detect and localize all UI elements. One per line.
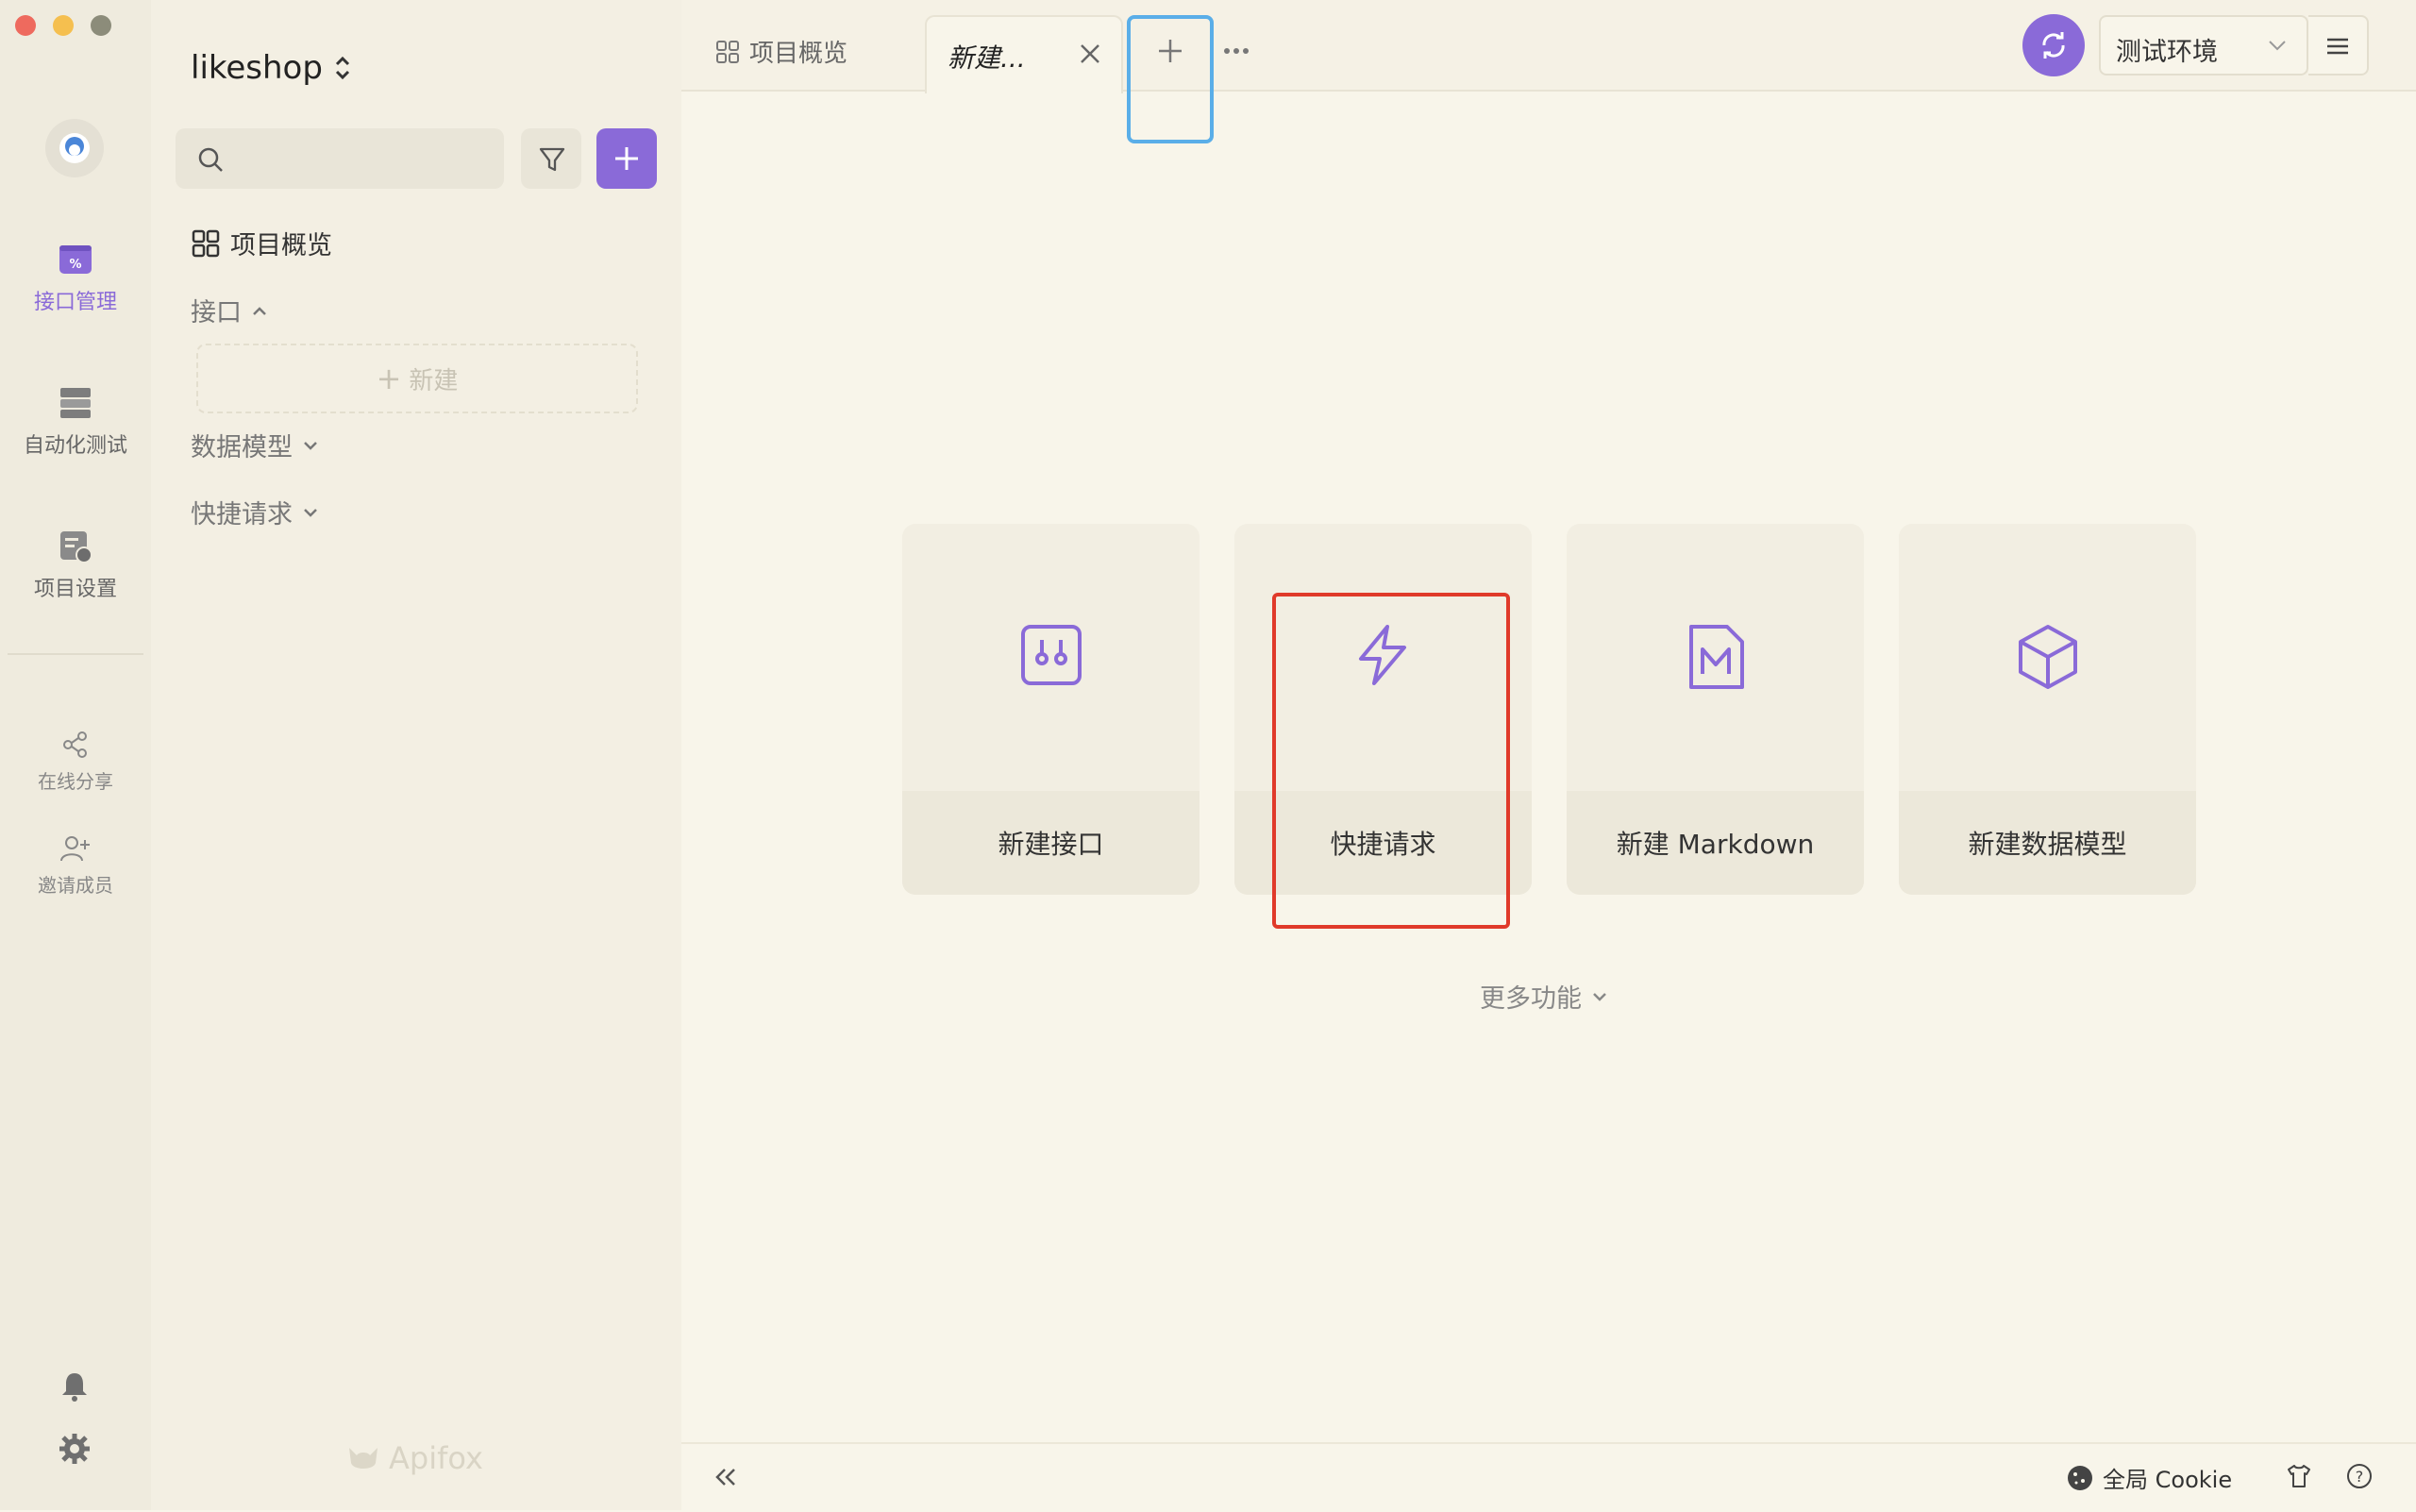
tab-label: 项目概览	[749, 40, 848, 68]
search-input[interactable]	[176, 128, 504, 189]
markdown-icon	[1688, 625, 1744, 689]
rail-item-label: 项目设置	[33, 578, 117, 601]
sync-icon	[2042, 32, 2065, 59]
rail-item-project-settings[interactable]: 项目设置	[0, 529, 151, 602]
svg-text:%: %	[69, 258, 81, 272]
cookie-icon	[2068, 1465, 2092, 1490]
more-tabs-icon[interactable]	[1221, 45, 1251, 57]
project-switcher[interactable]: likeshop	[191, 49, 351, 87]
tab-label: 新建...	[948, 42, 1026, 74]
left-rail: % 接口管理 自动化测试 项目设置 在线分享 邀请成员	[0, 0, 151, 1510]
more-features-label: 更多功能	[1480, 984, 1582, 1014]
api-management-icon: %	[59, 245, 92, 274]
filter-button[interactable]	[521, 128, 581, 189]
quick-request-highlight	[1272, 593, 1510, 929]
status-bar: 全局 Cookie ?	[681, 1442, 2416, 1512]
window-close-button[interactable]	[15, 15, 36, 36]
chevron-down-icon	[304, 508, 317, 517]
api-doc-icon	[1020, 625, 1082, 685]
share-icon	[63, 731, 87, 758]
tab-project-overview[interactable]: 项目概览	[715, 34, 847, 69]
sync-button[interactable]	[2022, 14, 2085, 76]
cube-icon	[2018, 625, 2077, 689]
sidebar-item-label: 项目概览	[230, 231, 332, 260]
sidebar-section-data-model[interactable]: 数据模型	[191, 427, 319, 463]
rail-item-label: 自动化测试	[23, 434, 127, 458]
apifox-logo: Apifox	[345, 1440, 483, 1476]
card-label: 新建接口	[902, 791, 1200, 895]
invite-member-icon	[60, 836, 90, 862]
grid-icon	[192, 229, 220, 257]
help-icon[interactable]: ?	[2346, 1463, 2373, 1489]
close-icon[interactable]	[1078, 42, 1102, 66]
card-new-data-model[interactable]: 新建数据模型	[1899, 524, 2196, 895]
new-api-button[interactable]: + 新建	[196, 344, 638, 413]
sidebar-section-label: 快捷请求	[191, 500, 293, 529]
new-label: 新建	[409, 366, 459, 395]
avatar-image	[59, 133, 90, 163]
rail-invite[interactable]: 邀请成员	[0, 834, 151, 898]
plus-icon	[615, 147, 638, 170]
chevron-updown-icon	[335, 56, 349, 80]
sidebar-section-label: 数据模型	[191, 433, 293, 462]
collapse-sidebar-icon[interactable]	[713, 1467, 738, 1487]
chevron-down-icon	[304, 441, 317, 450]
env-select[interactable]: 测试环境	[2099, 15, 2308, 76]
card-label: 新建 Markdown	[1567, 791, 1864, 895]
card-label: 新建数据模型	[1899, 791, 2196, 895]
chevron-down-icon	[1593, 992, 1606, 1001]
chevron-down-icon	[2269, 41, 2286, 51]
brand-label: Apifox	[389, 1440, 483, 1476]
shirt-icon[interactable]	[2286, 1463, 2312, 1489]
chevron-up-icon	[253, 306, 266, 315]
main-area: 项目概览 新建... 测试环境 新建接口 快捷请求 新建 Markdown 新建…	[681, 0, 2416, 1512]
rail-item-automation[interactable]: 自动化测试	[0, 385, 151, 459]
sidebar-section-api[interactable]: 接口	[191, 292, 268, 328]
window-minimize-button[interactable]	[53, 15, 74, 36]
rail-item-api-management[interactable]: % 接口管理	[0, 242, 151, 315]
env-label: 测试环境	[2116, 38, 2218, 67]
search-icon	[198, 147, 223, 172]
add-button[interactable]	[596, 128, 657, 189]
filter-icon	[539, 147, 565, 172]
automation-icon	[60, 388, 91, 418]
more-features-button[interactable]: 更多功能	[1480, 978, 1608, 1015]
grid-icon	[716, 40, 739, 63]
invite-label: 邀请成员	[38, 874, 113, 897]
tab-bar: 项目概览 新建... 测试环境	[681, 0, 2416, 143]
share-label: 在线分享	[38, 770, 113, 793]
global-cookie-button[interactable]: 全局 Cookie	[2067, 1461, 2232, 1494]
rail-share[interactable]: 在线分享	[0, 731, 151, 794]
plus-icon: +	[376, 361, 402, 396]
svg-text:?: ?	[2356, 1468, 2364, 1486]
project-settings-icon	[60, 531, 92, 563]
window-zoom-button[interactable]	[91, 15, 111, 36]
tab-new[interactable]: 新建...	[925, 15, 1123, 93]
sidebar-item-overview[interactable]: 项目概览	[191, 225, 332, 261]
hamburger-menu-icon	[2327, 38, 2348, 55]
project-sidebar: likeshop 项目概览 接口 + 新建 数据模型 快捷请求 Apifox	[151, 0, 681, 1510]
new-tab-highlight	[1127, 15, 1214, 143]
sidebar-section-label: 接口	[191, 298, 242, 328]
cookie-label: 全局 Cookie	[2103, 1467, 2233, 1493]
rail-item-label: 接口管理	[33, 291, 117, 314]
rail-divider	[8, 653, 143, 655]
card-new-markdown[interactable]: 新建 Markdown	[1567, 524, 1864, 895]
avatar[interactable]	[45, 119, 104, 177]
apifox-logo-icon	[349, 1448, 378, 1469]
card-new-api[interactable]: 新建接口	[902, 524, 1200, 895]
env-menu-button[interactable]	[2308, 15, 2369, 76]
project-name: likeshop	[191, 49, 323, 87]
gear-icon[interactable]	[59, 1433, 91, 1465]
sidebar-section-quick-request[interactable]: 快捷请求	[191, 494, 319, 530]
bell-icon[interactable]	[59, 1370, 91, 1403]
